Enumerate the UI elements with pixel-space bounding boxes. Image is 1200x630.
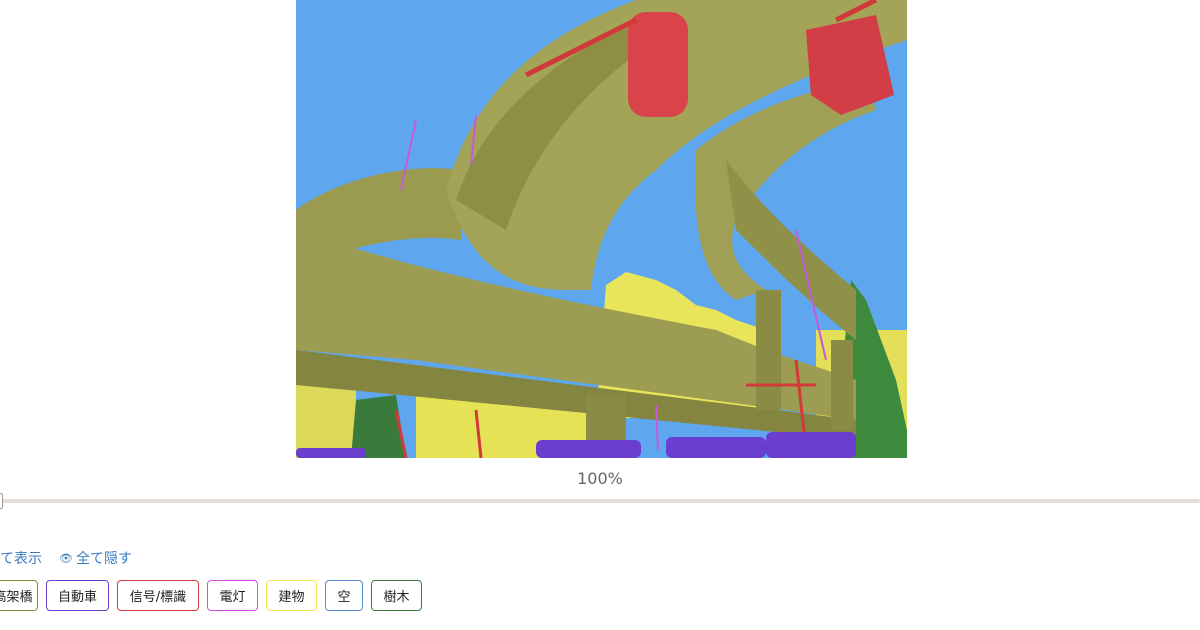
hide-all-link[interactable]: 👁 全て隠す: [59, 548, 132, 568]
legend-chip-label: 建物: [278, 590, 305, 605]
segmentation-image-viewer[interactable]: [296, 0, 907, 458]
zoom-level-label: 100%: [577, 469, 623, 488]
segmentation-image: [296, 0, 907, 458]
legend-chip-building[interactable]: 建物: [266, 580, 317, 611]
legend-chips: 高架橋 自動車 信号/標識 電灯 建物 空 樹木: [0, 580, 1200, 611]
legend-chip-label: 高架橋: [0, 590, 33, 605]
legend-chip-signal-sign[interactable]: 信号/標識: [117, 580, 199, 611]
hide-all-label: 全て隠す: [75, 551, 132, 567]
eye-slash-icon: 👁: [59, 551, 73, 565]
legend-chip-car[interactable]: 自動車: [46, 580, 109, 611]
show-all-link[interactable]: 全て表示: [0, 548, 42, 568]
legend-chip-sky[interactable]: 空: [325, 580, 363, 611]
legend-chip-label: 自動車: [57, 590, 97, 605]
legend-chip-tree[interactable]: 樹木: [371, 580, 422, 611]
legend-chip-label: 信号/標識: [129, 590, 187, 605]
legend-chip-lamp[interactable]: 電灯: [207, 580, 258, 611]
legend-chip-label: 樹木: [383, 590, 410, 605]
zoom-slider-handle[interactable]: [0, 493, 3, 509]
zoom-slider-track[interactable]: [0, 499, 1200, 503]
legend-chip-viaduct[interactable]: 高架橋: [0, 580, 38, 611]
legend-chip-label: 電灯: [219, 590, 246, 605]
legend-chip-label: 空: [337, 590, 351, 605]
